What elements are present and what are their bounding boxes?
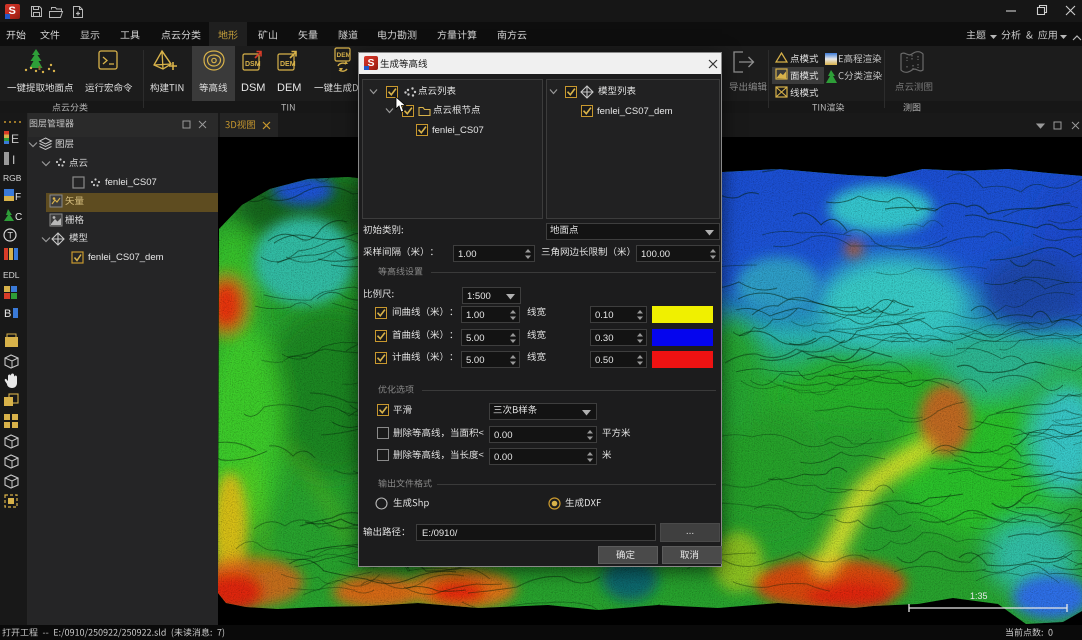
- svg-text:1:35: 1:35: [970, 591, 988, 601]
- svg-text:E: E: [11, 132, 19, 146]
- svg-text:F: F: [15, 192, 21, 203]
- svg-text:DEM: DEM: [337, 52, 351, 59]
- svg-text:T: T: [8, 231, 14, 241]
- svg-text:RGB: RGB: [3, 173, 22, 183]
- svg-text:I: I: [12, 153, 15, 167]
- svg-text:DSM: DSM: [245, 61, 261, 68]
- svg-text:C: C: [15, 212, 22, 223]
- svg-text:DEM: DEM: [280, 61, 296, 68]
- svg-text:EDL: EDL: [3, 270, 20, 280]
- svg-text:B: B: [4, 308, 11, 320]
